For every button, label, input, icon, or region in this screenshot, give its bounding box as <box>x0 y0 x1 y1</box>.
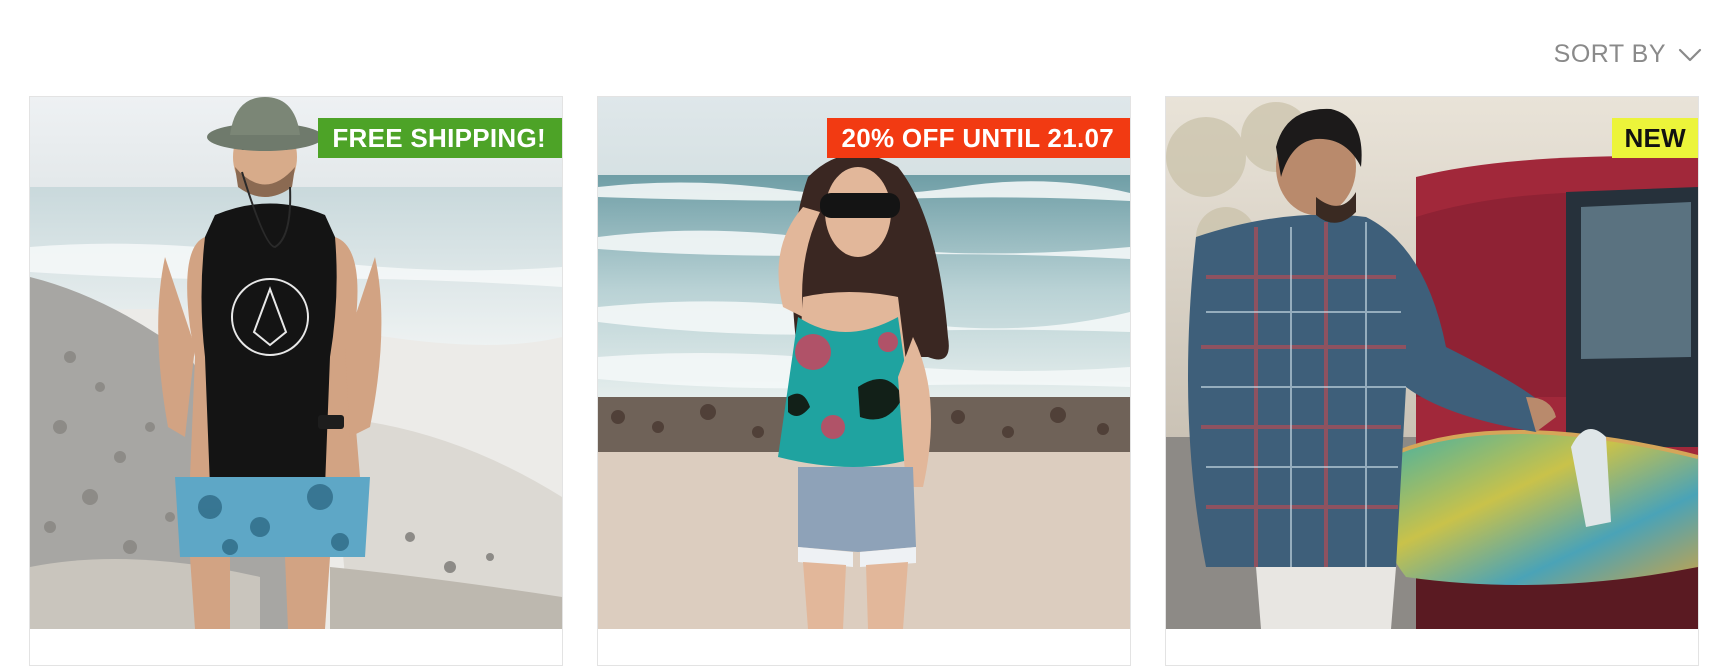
new-badge: NEW <box>1612 118 1698 158</box>
product-card[interactable]: 20% OFF UNTIL 21.07 <box>597 96 1131 666</box>
sort-by-dropdown[interactable]: SORT BY <box>1554 40 1702 69</box>
product-grid: FREE SHIPPING! 20% OFF UNTIL 21.07 NEW <box>29 96 1700 666</box>
product-image[interactable] <box>30 97 562 629</box>
chevron-down-icon <box>1678 48 1702 62</box>
sort-by-label: SORT BY <box>1553 40 1666 68</box>
free-shipping-badge: FREE SHIPPING! <box>318 118 562 158</box>
product-image[interactable] <box>1166 97 1698 629</box>
product-card-footer <box>598 629 1130 665</box>
discount-badge: 20% OFF UNTIL 21.07 <box>827 118 1130 158</box>
product-card-footer <box>30 629 562 665</box>
product-card[interactable]: FREE SHIPPING! <box>29 96 563 666</box>
product-card[interactable]: NEW <box>1165 96 1699 666</box>
product-card-footer <box>1166 629 1698 665</box>
product-image[interactable] <box>598 97 1130 629</box>
